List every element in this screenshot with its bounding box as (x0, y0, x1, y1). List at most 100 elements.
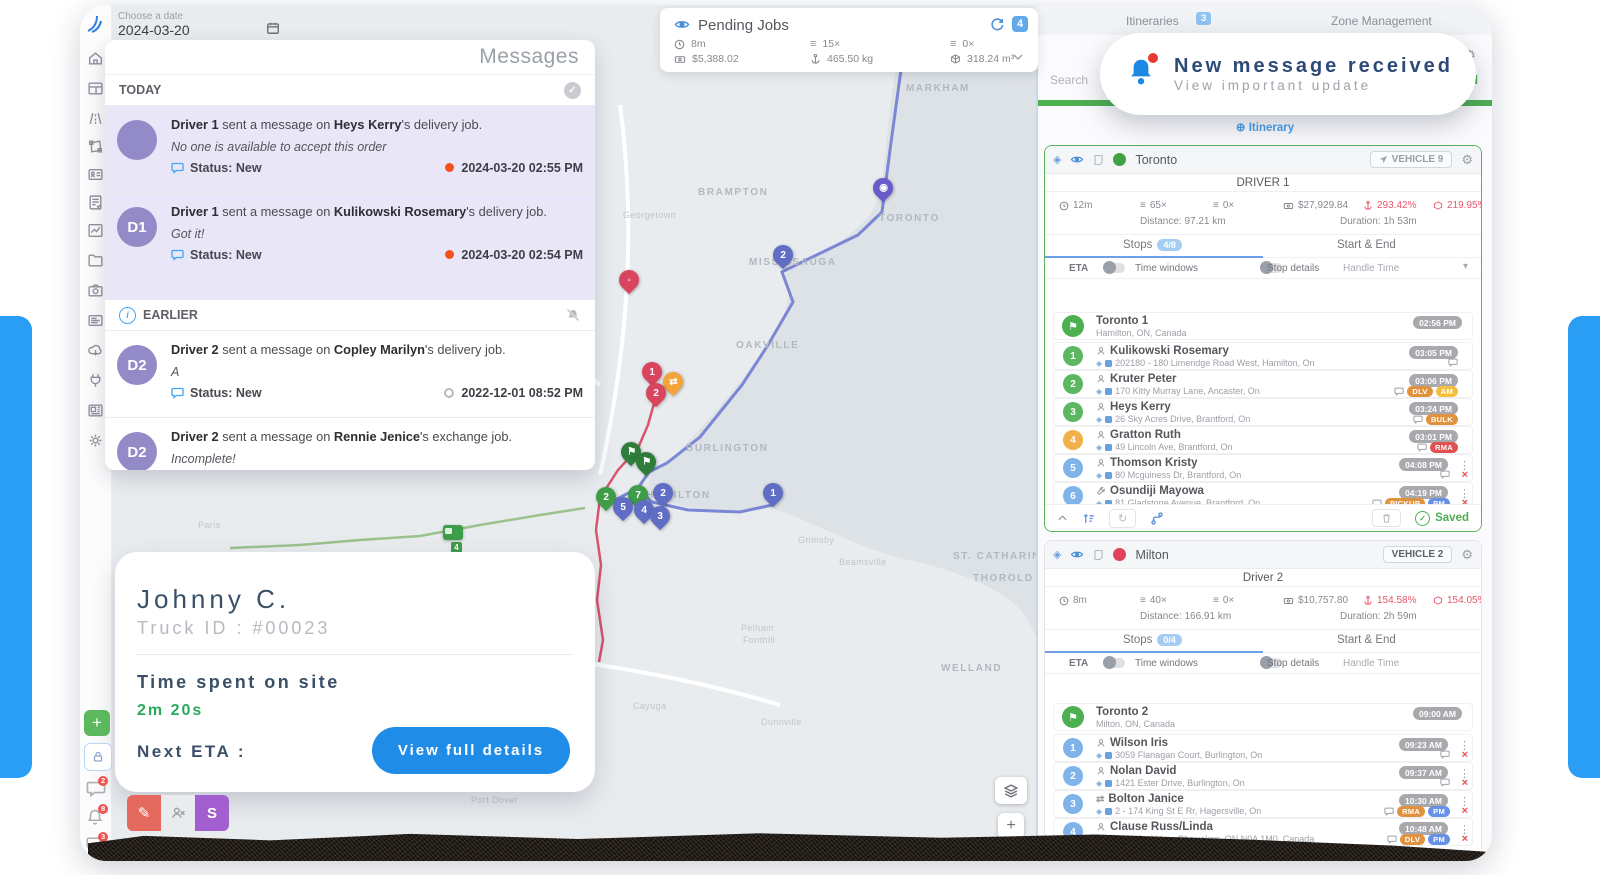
locate-icon[interactable]: ◈ (1053, 548, 1061, 561)
visibility-icon[interactable] (1070, 154, 1084, 165)
chat-icon[interactable] (1448, 358, 1458, 367)
note-icon[interactable] (1093, 154, 1104, 166)
time-windows-toggle[interactable] (1103, 658, 1125, 668)
tab-itineraries[interactable]: Itineraries (1126, 14, 1179, 28)
tab-start-end[interactable]: Start & End (1337, 634, 1396, 646)
stop-address: 2 - 174 King St E Rr, Hagersville, On (1115, 806, 1261, 816)
vehicle-button[interactable]: VEHICLE 2 (1383, 546, 1453, 563)
remove-stop-icon[interactable]: × (1462, 806, 1468, 817)
stop-row[interactable]: 4 Gratton Ruth ◈49 Lincoln Ave, Brantfor… (1053, 426, 1473, 454)
stop-row[interactable]: 2 Kruter Peter ◈170 Kitty Murray Lane, A… (1053, 370, 1473, 398)
messages-section-today[interactable]: TODAY ✓ (105, 75, 595, 106)
truck-marker[interactable] (443, 525, 463, 540)
date-picker[interactable]: Choose a date 2024-03-20 (118, 11, 288, 38)
sidebar-item-billing[interactable] (87, 312, 104, 329)
refresh-icon[interactable] (990, 18, 1004, 32)
card-settings-icon[interactable]: ⚙ (1461, 152, 1473, 168)
calendar-icon[interactable] (266, 21, 280, 35)
sidebar-item-settings[interactable] (87, 432, 104, 449)
chat-icon[interactable] (1413, 415, 1423, 424)
sidebar-item-orders[interactable] (87, 194, 104, 211)
person-remove-icon (171, 806, 185, 820)
person-icon (1096, 822, 1106, 832)
chat-icon[interactable] (1440, 778, 1450, 787)
map-layers-button[interactable] (995, 777, 1027, 804)
chat-icon[interactable] (1387, 835, 1397, 844)
sidebar-item-roads[interactable] (87, 110, 104, 127)
sidebar-item-zones[interactable] (87, 138, 104, 155)
sidebar-item-cloud-import[interactable] (87, 342, 104, 359)
route-mode-button[interactable]: S (195, 795, 229, 831)
town-label: Cayuga (633, 701, 666, 711)
time-windows-toggle[interactable] (1103, 263, 1125, 273)
search-input[interactable]: Search (1050, 73, 1088, 87)
message-item[interactable]: D2 Driver 2 sent a message on Copley Mar… (105, 331, 595, 418)
view-full-details-button[interactable]: View full details (372, 727, 570, 774)
tab-stops[interactable]: Stops0/4 (1123, 634, 1182, 646)
sidebar-item-analytics[interactable] (87, 222, 104, 239)
message-item[interactable]: D1 Driver 1 sent a message on Kulikowski… (105, 193, 595, 300)
chat-icon[interactable] (1440, 750, 1450, 759)
route-start-row[interactable]: ⚑ Toronto 1 Hamilton, ON, Canada 02:56 P… (1053, 312, 1473, 340)
stop-row[interactable]: 3 ⇄Bolton Janice ◈2 - 174 King St E Rr, … (1053, 790, 1473, 818)
chat-icon[interactable] (1384, 807, 1394, 816)
itinerary-name: Milton (1135, 548, 1168, 562)
sidebar-item-camera[interactable] (87, 282, 104, 299)
stop-row[interactable]: 1 Wilson Iris ◈3059 Flanagan Court, Burl… (1053, 734, 1473, 762)
time-on-site-value: 2m 20s (137, 702, 203, 720)
visibility-icon[interactable] (674, 18, 690, 31)
tab-start-end[interactable]: Start & End (1337, 239, 1396, 251)
sidebar-item-reports[interactable] (87, 402, 104, 419)
route-start-row[interactable]: ⚑ Toronto 2 Milton, ON, Canada 09:00 AM (1053, 703, 1473, 731)
tab-stops[interactable]: Stops4/8 (1123, 239, 1182, 251)
edit-route-button[interactable]: ✎ (127, 795, 161, 831)
message-item[interactable]: Driver 1 Driver 1 sent a message on Heys… (105, 106, 595, 193)
mute-notifications-icon[interactable] (565, 308, 581, 322)
stop-row[interactable]: 5 Thomson Kristy ◈80 Mcguiness Dr, Brant… (1053, 454, 1473, 482)
stop-row[interactable]: 2 Nolan David ◈1421 Ester Drive, Burling… (1053, 762, 1473, 790)
handle-time-select[interactable]: Handle Time (1343, 658, 1399, 669)
sidebar-item-integrations[interactable] (87, 372, 104, 389)
remove-stop-icon[interactable]: × (1462, 470, 1468, 481)
mark-read-icon[interactable]: ✓ (564, 82, 581, 99)
vehicle-button[interactable]: VEHICLE 9 (1370, 151, 1453, 168)
driver-label[interactable]: DRIVER 1 (1045, 174, 1481, 192)
app-logo (84, 13, 106, 35)
handle-time-select[interactable]: Handle Time (1343, 263, 1399, 274)
remove-stop-icon[interactable]: × (1462, 778, 1468, 789)
chat-icon[interactable] (1394, 387, 1404, 396)
message-body: No one is available to accept this order (171, 140, 583, 154)
sidebar-item-contacts[interactable] (87, 166, 104, 183)
sidebar-item-layout[interactable] (87, 80, 104, 97)
sort-icon[interactable] (1082, 512, 1095, 525)
delete-itinerary-button[interactable] (1372, 509, 1401, 527)
notification-toast[interactable]: New message received View important upda… (1100, 33, 1476, 115)
locate-icon[interactable]: ◈ (1053, 153, 1061, 166)
add-itinerary-link[interactable]: ⊕ Itinerary (1038, 120, 1492, 134)
chevron-down-icon[interactable] (1012, 52, 1024, 62)
route-shape-icon[interactable] (1150, 512, 1164, 525)
remove-stop-icon[interactable]: × (1462, 834, 1468, 845)
message-item[interactable]: D2 Driver 2 sent a message on Rennie Jen… (105, 418, 595, 470)
unassign-driver-button[interactable] (161, 795, 195, 831)
sidebar-item-files[interactable] (87, 252, 104, 269)
visibility-icon[interactable] (1070, 549, 1084, 560)
chat-icon[interactable] (1417, 443, 1427, 452)
lock-button[interactable] (84, 743, 112, 771)
card-settings-icon[interactable]: ⚙ (1461, 547, 1473, 563)
chat-icon[interactable] (1440, 470, 1450, 479)
stop-row[interactable]: 3 Heys Kerry ◈26 Sky Acres Drive, Brantf… (1053, 398, 1473, 426)
messages-section-earlier[interactable]: i EARLIER (105, 300, 595, 331)
add-button[interactable]: + (84, 710, 110, 736)
note-icon[interactable] (1093, 549, 1104, 561)
tab-zone-management[interactable]: Zone Management (1331, 14, 1432, 28)
collapse-icon[interactable] (1057, 514, 1068, 522)
remove-stop-icon[interactable]: × (1462, 750, 1468, 761)
map-zoom-in-button[interactable]: + (998, 813, 1024, 839)
messages-shortcut[interactable]: 2 (86, 780, 106, 803)
sidebar-item-home[interactable] (87, 50, 104, 67)
alerts-shortcut[interactable]: 8 (86, 808, 104, 831)
driver-label[interactable]: Driver 2 (1045, 569, 1481, 587)
reoptimize-button[interactable]: ↻ (1109, 509, 1136, 528)
stop-row[interactable]: 1 Kulikowski Rosemary ◈202180 - 180 Lime… (1053, 342, 1473, 370)
